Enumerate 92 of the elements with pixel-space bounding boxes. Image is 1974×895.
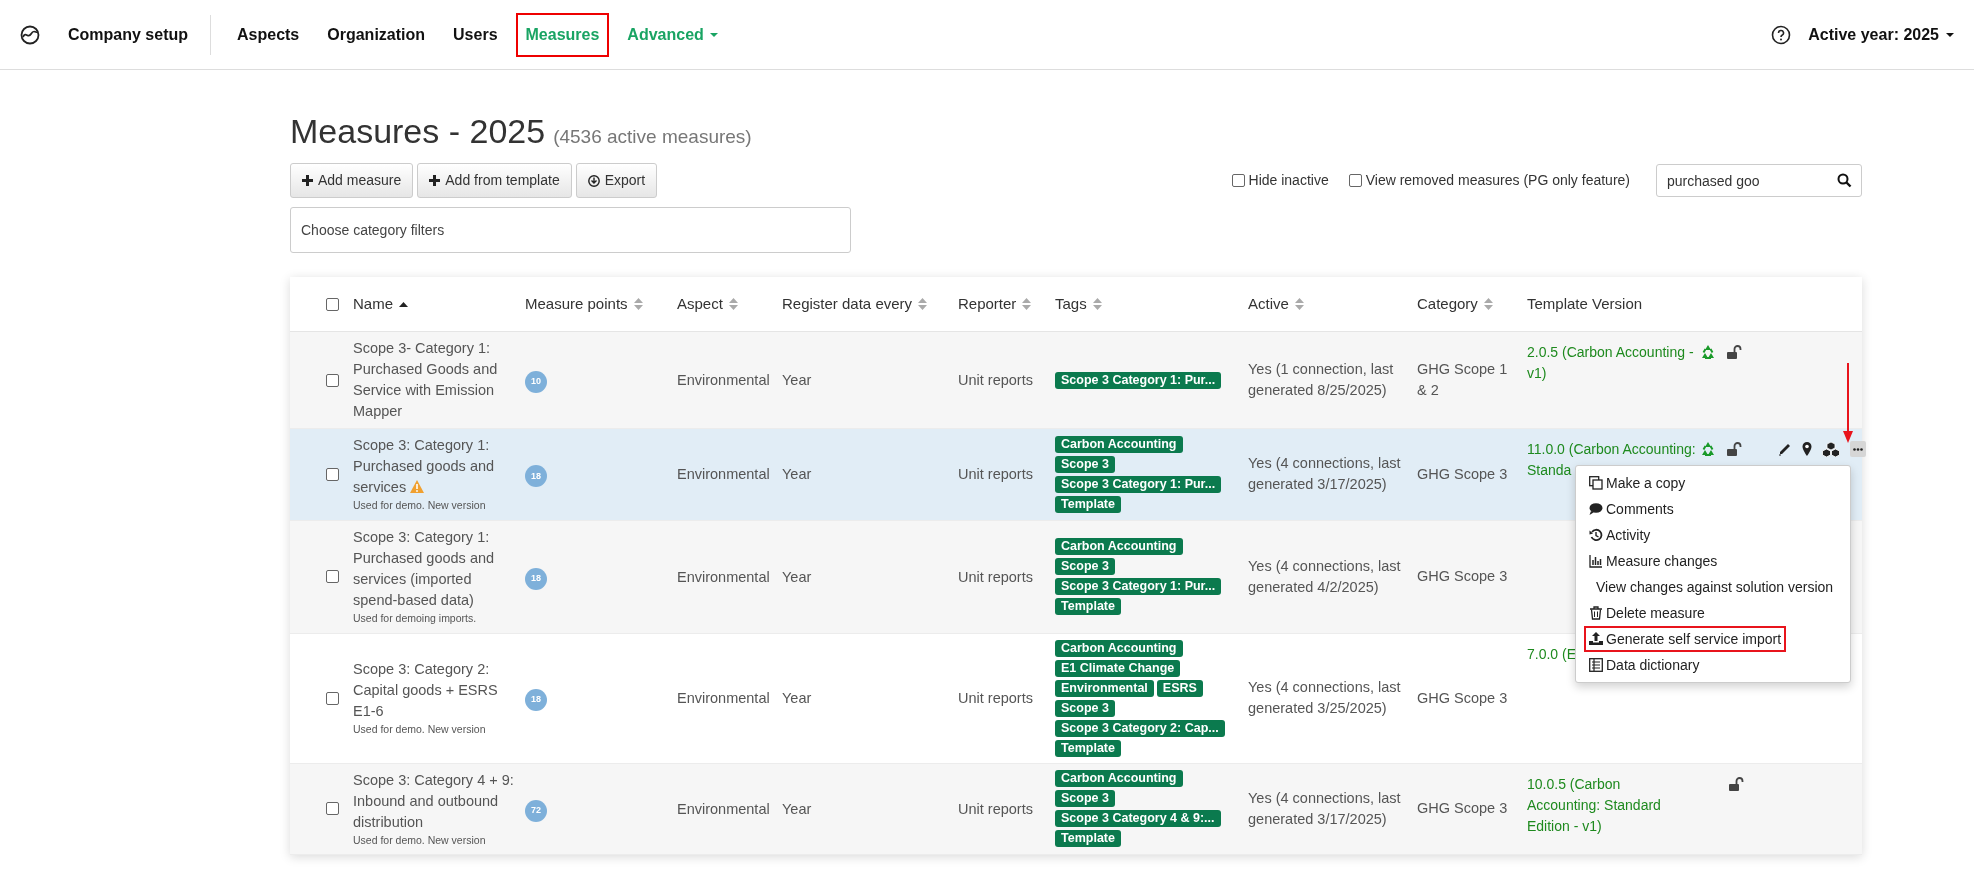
category-filter-field[interactable]: Choose category filters (290, 207, 851, 253)
frequency-text: Year (782, 568, 812, 585)
measure-note: Used for demo. New version (353, 498, 487, 513)
measure-note: Used for demoing imports. (353, 610, 478, 626)
column-header[interactable]: Category (1417, 292, 1478, 316)
tag: Scope 3 Category 2: Cap... (1055, 719, 1225, 737)
column-header[interactable]: Register data every (782, 292, 913, 316)
tag: Template (1055, 495, 1121, 513)
aspect-text: Environmental (677, 690, 770, 706)
frequency-text: Year (782, 690, 812, 706)
active-text: Yes (4 connections, last generated 3/17/2025) (1248, 788, 1402, 829)
measure-name[interactable]: Scope 3: Category 1: Purchased goods and services (imported spend-based data) (353, 526, 517, 611)
template-version-link[interactable]: 10.0.5 (Carbon Accounting: Standard Edition - v1) (1527, 773, 1696, 837)
count-badge: 18 (525, 567, 547, 590)
tag: Carbon Accounting (1055, 538, 1183, 556)
tag: Template (1055, 739, 1121, 757)
aspect-text: Environmental (677, 800, 770, 817)
page-subtitle: (4536 active measures) (553, 125, 752, 149)
tag: Template (1055, 598, 1121, 616)
page-title: Measures - 2025 (290, 111, 546, 152)
tag: Scope 3 (1055, 790, 1115, 808)
measure-name[interactable]: Scope 3: Category 1: Purchased goods and services (353, 435, 517, 498)
category-text: GHG Scope 3 (1417, 688, 1509, 708)
tag: Scope 3 (1055, 455, 1115, 473)
count-badge: 72 (525, 799, 547, 822)
measure-note: Used for demo. New version (353, 832, 487, 848)
frequency-text: Year (782, 372, 812, 388)
year-dropdown[interactable]: Active year: 2025 (1808, 22, 1954, 47)
template-version-link[interactable]: 2.0.5 (Carbon Accounting - v1) (1527, 342, 1696, 384)
checkbox-label: View removed measures (PG only feature) (1365, 171, 1630, 190)
tag: Carbon Accounting (1055, 639, 1183, 657)
tag: Scope 3 Category 1: Pur... (1055, 475, 1222, 493)
tag: Template (1055, 830, 1121, 848)
count-badge: 18 (525, 688, 547, 711)
nav-tab[interactable]: Users (443, 12, 508, 57)
toolbar-button[interactable]: Export (575, 163, 658, 198)
column-header[interactable]: Name (353, 292, 393, 316)
tag: Scope 3 Category 1: Pur... (1055, 371, 1222, 389)
category-text: GHG Scope 3 (1417, 799, 1509, 819)
category-text: GHG Scope 1 & 2 (1417, 360, 1509, 400)
menu-item[interactable]: Comments (1584, 496, 1679, 522)
category-text: GHG Scope 3 (1417, 464, 1509, 484)
reporter-text: Unit reports (958, 372, 1033, 388)
active-text: Yes (1 connection, last generated 8/25/2025) (1248, 360, 1395, 400)
search-field[interactable]: purchased goo (1656, 164, 1862, 197)
count-badge: 10 (525, 370, 547, 393)
column-header[interactable]: Aspect (677, 292, 723, 316)
active-text: Yes (4 connections, last generated 4/2/2025) (1248, 556, 1402, 597)
nav-tab[interactable]: Organization (317, 12, 436, 57)
aspect-text: Environmental (677, 466, 770, 483)
column-header[interactable]: Reporter (958, 292, 1017, 316)
tag: Carbon Accounting (1055, 435, 1183, 453)
menu-item[interactable]: Measure changes (1584, 548, 1723, 574)
tag: Scope 3 Category 4 & 9:... (1055, 810, 1221, 828)
toolbar-button[interactable]: Add measure (290, 163, 414, 198)
column-header[interactable]: Template Version (1527, 292, 1643, 316)
measure-name[interactable]: Scope 3: Category 4 + 9: Inbound and outbound distribution (353, 769, 517, 833)
active-text: Yes (4 connections, last generated 3/25/2025) (1248, 678, 1402, 718)
nav-tab[interactable]: Aspects (227, 12, 310, 57)
menu-item[interactable]: Data dictionary (1584, 652, 1705, 678)
measure-name[interactable]: Scope 3- Category 1: Purchased Goods and Service with Emission Mapper (353, 338, 517, 422)
brand-link[interactable]: Company setup (68, 22, 188, 47)
reporter-text: Unit reports (958, 690, 1033, 706)
menu-item[interactable]: Activity (1584, 522, 1656, 548)
menu-item[interactable]: Delete measure (1584, 600, 1710, 626)
count-badge: 18 (525, 465, 547, 488)
checkbox-label: Hide inactive (1248, 171, 1329, 190)
menu-item[interactable]: View changes against solution version (1584, 574, 1839, 600)
tag: ESRS (1156, 679, 1203, 697)
measure-name[interactable]: Scope 3: Category 2: Capital goods + ESRS E1-6 (353, 658, 517, 722)
tag: Scope 3 (1055, 558, 1115, 576)
tag: Carbon Accounting (1055, 770, 1183, 788)
toolbar-button[interactable]: Add from template (417, 163, 572, 198)
reporter-text: Unit reports (958, 568, 1033, 585)
column-header[interactable]: Active (1248, 292, 1289, 316)
column-header[interactable]: Measure points (525, 292, 628, 316)
category-text: GHG Scope 3 (1417, 567, 1509, 587)
reporter-text: Unit reports (958, 800, 1033, 817)
tag: Environmental (1055, 679, 1154, 697)
column-header[interactable]: Tags (1055, 292, 1087, 316)
tag: E1 Climate Change (1055, 659, 1181, 677)
reporter-text: Unit reports (958, 466, 1033, 483)
active-text: Yes (4 connections, last generated 3/17/2025) (1248, 454, 1402, 495)
measure-note: Used for demo. New version (353, 721, 487, 737)
aspect-text: Environmental (677, 568, 770, 585)
menu-item[interactable]: Make a copy (1584, 470, 1691, 496)
menu-item[interactable]: Generate self service import (1584, 626, 1787, 652)
tag: Scope 3 (1055, 699, 1115, 717)
frequency-text: Year (782, 466, 812, 483)
tag: Scope 3 Category 1: Pur... (1055, 578, 1222, 596)
frequency-text: Year (782, 800, 812, 817)
aspect-text: Environmental (677, 372, 770, 388)
